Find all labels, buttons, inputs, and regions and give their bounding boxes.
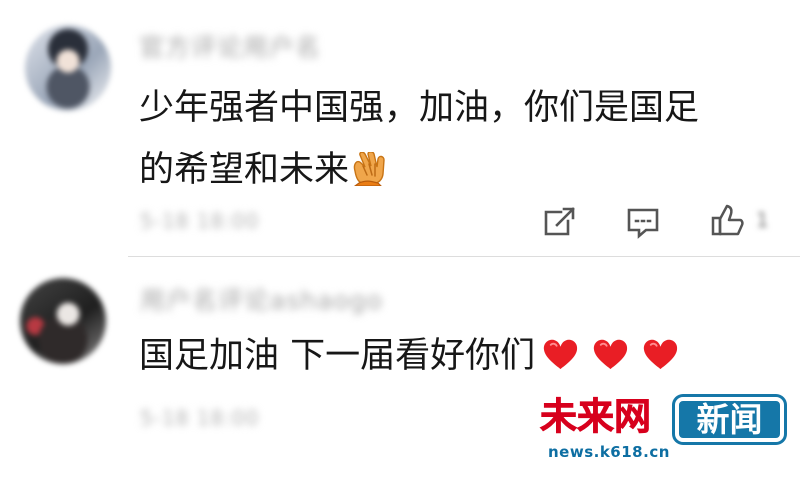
username[interactable]: 官方评论用户名 [139,31,344,65]
thumb-up-icon [711,204,744,236]
comment-line-with-emoji: 的希望和未来 [139,139,779,201]
reply-icon [627,208,659,239]
comment-line-with-emoji: 国足加油 下一届看好你们 [139,325,699,387]
watermark-blue-logo-box: 新闻 [675,397,784,442]
share-icon [544,207,575,236]
heart-icon [591,330,630,370]
like-count: 1 [756,208,769,232]
comment-divider [128,256,800,257]
avatar[interactable] [20,278,106,364]
share-button[interactable] [539,201,581,243]
timestamp: 5-18 18:00 [140,406,260,430]
reply-button[interactable] [622,201,664,243]
username[interactable]: 用户名评论ashaogo [140,284,415,318]
comment-thread-screenshot: 官方评论用户名 少年强者中国强，加油，你们是国足 的希望和未来 5-18 18:… [0,0,800,477]
comment-text: 国足加油 下一届看好你们 [139,325,699,387]
heart-emoji-group [541,330,680,392]
watermark-red-logo-text: 未来网 [540,395,652,438]
comment-text: 少年强者中国强，加油，你们是国足 的希望和未来 [139,77,779,201]
like-button[interactable] [705,199,747,241]
comment-line-text: 国足加油 下一届看好你们 [139,336,536,376]
clapping-hands-icon [350,144,390,187]
timestamp: 5-18 18:00 [140,209,260,233]
avatar[interactable] [25,25,111,111]
news-watermark: 未来网 新闻 news.k618.cn [540,395,788,469]
heart-icon [541,330,580,370]
heart-icon [641,330,680,370]
comment-line-text: 的希望和未来 [139,150,350,190]
watermark-domain: news.k618.cn [548,443,670,461]
comment-line: 少年强者中国强，加油，你们是国足 [139,88,700,128]
